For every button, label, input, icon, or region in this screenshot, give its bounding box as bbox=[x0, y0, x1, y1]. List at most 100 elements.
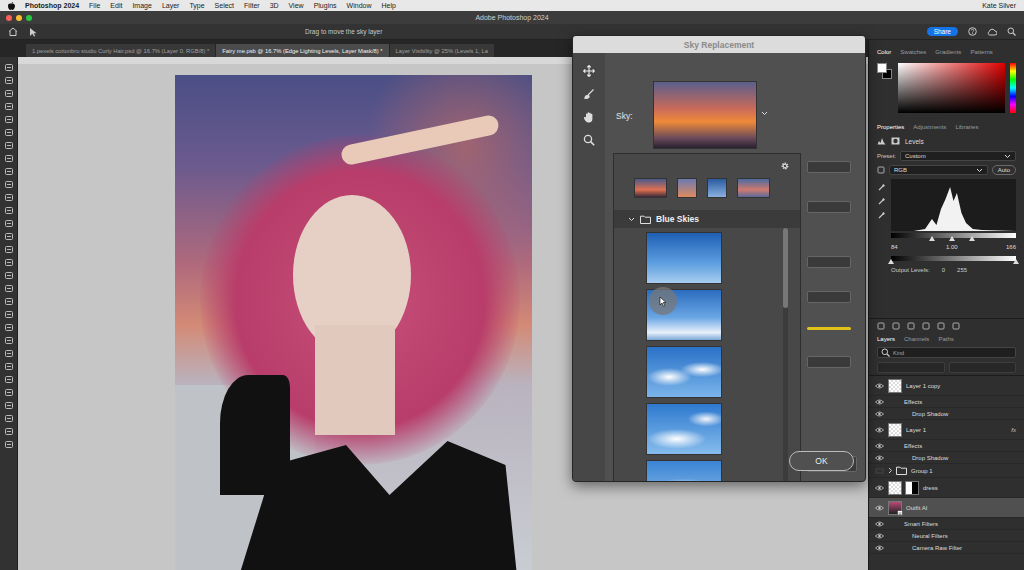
move-tool-icon[interactable] bbox=[28, 27, 38, 37]
preset-dropdown[interactable]: Custom bbox=[900, 151, 1016, 161]
tool-icon[interactable] bbox=[4, 284, 14, 293]
panel-tab[interactable]: Gradients bbox=[935, 49, 961, 55]
eye-icon[interactable] bbox=[875, 383, 884, 389]
white-eyedropper-icon[interactable] bbox=[877, 211, 887, 219]
tool-icon[interactable] bbox=[4, 141, 14, 150]
chevron-down-icon[interactable] bbox=[628, 217, 635, 222]
eye-icon[interactable] bbox=[875, 521, 884, 527]
input-value[interactable]: 84 bbox=[891, 244, 898, 252]
layer-row[interactable]: Layer 1 copy bbox=[869, 376, 1024, 396]
output-value[interactable]: 255 bbox=[957, 267, 967, 273]
layer-row[interactable]: Effects bbox=[869, 396, 1024, 408]
tool-icon[interactable] bbox=[4, 349, 14, 358]
setting-field[interactable] bbox=[807, 256, 851, 268]
folder-icon[interactable] bbox=[896, 466, 907, 475]
sky-preview[interactable] bbox=[653, 81, 757, 149]
layer-row[interactable]: Drop Shadow bbox=[869, 408, 1024, 420]
eye-icon[interactable] bbox=[875, 485, 884, 491]
close-button[interactable] bbox=[6, 15, 12, 21]
black-eyedropper-icon[interactable] bbox=[877, 183, 887, 191]
hand-icon[interactable] bbox=[877, 166, 885, 174]
tool-icon[interactable] bbox=[4, 154, 14, 163]
gear-icon[interactable] bbox=[780, 161, 790, 171]
panel-tab[interactable]: Libraries bbox=[955, 124, 978, 130]
menu-item[interactable]: Select bbox=[215, 2, 234, 9]
panel-action-icon[interactable] bbox=[922, 322, 930, 330]
panel-tab[interactable]: Properties bbox=[877, 124, 904, 130]
sky-preset[interactable] bbox=[646, 289, 722, 341]
tool-icon[interactable] bbox=[4, 414, 14, 423]
panel-tab[interactable]: Layers bbox=[877, 336, 895, 342]
search-icon[interactable] bbox=[881, 348, 890, 357]
layer-row[interactable]: Outfit AI bbox=[869, 498, 1024, 518]
tool-icon[interactable] bbox=[4, 362, 14, 371]
eye-icon[interactable] bbox=[875, 533, 884, 539]
menu-item[interactable]: Edit bbox=[110, 2, 122, 9]
menu-item[interactable]: 3D bbox=[270, 2, 279, 9]
user-name[interactable]: Kate Silver bbox=[982, 2, 1016, 9]
tool-icon[interactable] bbox=[4, 401, 14, 410]
hand-icon[interactable] bbox=[583, 111, 595, 123]
setting-field[interactable] bbox=[807, 201, 851, 213]
channel-dropdown[interactable]: RGB bbox=[889, 165, 988, 175]
setting-field[interactable] bbox=[807, 291, 851, 303]
input-value[interactable]: 166 bbox=[1006, 244, 1016, 252]
share-button[interactable]: Share bbox=[927, 27, 958, 36]
tool-icon[interactable] bbox=[4, 219, 14, 228]
minimize-button[interactable] bbox=[16, 15, 22, 21]
setting-field[interactable] bbox=[807, 356, 851, 368]
layer-row[interactable]: Drop Shadow bbox=[869, 452, 1024, 464]
output-levels-slider[interactable] bbox=[891, 256, 1016, 261]
search-icon[interactable] bbox=[1007, 27, 1016, 36]
menu-item[interactable]: Type bbox=[189, 2, 204, 9]
panel-tab[interactable]: Patterns bbox=[970, 49, 992, 55]
layer-filter[interactable]: Kind bbox=[877, 347, 1016, 358]
mask-icon[interactable] bbox=[891, 137, 900, 145]
tool-icon[interactable] bbox=[4, 206, 14, 215]
eye-icon[interactable] bbox=[875, 411, 884, 417]
layer-row[interactable]: Camera Raw Filter bbox=[869, 542, 1024, 554]
panel-tab[interactable]: Channels bbox=[904, 336, 929, 342]
panel-tab[interactable]: Color bbox=[877, 49, 891, 55]
ok-button[interactable]: OK bbox=[789, 451, 854, 471]
input-value[interactable]: 1.00 bbox=[946, 244, 958, 252]
layer-row[interactable]: Group 1 bbox=[869, 464, 1024, 478]
hue-slider[interactable] bbox=[1010, 63, 1016, 113]
eye-icon[interactable] bbox=[875, 545, 884, 551]
tool-icon[interactable] bbox=[4, 102, 14, 111]
tool-icon[interactable] bbox=[4, 336, 14, 345]
recent-sky[interactable] bbox=[707, 178, 727, 198]
opacity-field[interactable] bbox=[949, 362, 1017, 373]
document-tab[interactable]: Layer Visibility @ 25% (Levels 1, La bbox=[390, 44, 494, 57]
tool-icon[interactable] bbox=[4, 245, 14, 254]
app-menu[interactable]: Photoshop 2024 bbox=[25, 2, 79, 9]
panel-action-icon[interactable] bbox=[937, 322, 945, 330]
chevron-right-icon[interactable] bbox=[888, 467, 893, 474]
color-swatches[interactable] bbox=[877, 63, 893, 83]
layer-row[interactable]: dress bbox=[869, 478, 1024, 498]
panel-action-icon[interactable] bbox=[952, 322, 960, 330]
layer-row[interactable]: Smart Filters bbox=[869, 518, 1024, 530]
tool-icon[interactable] bbox=[4, 76, 14, 85]
panel-action-icon[interactable] bbox=[877, 322, 885, 330]
menu-item[interactable]: Filter bbox=[244, 2, 260, 9]
eye-icon[interactable] bbox=[875, 399, 884, 405]
hidden-eye-icon[interactable] bbox=[875, 468, 884, 474]
tool-icon[interactable] bbox=[4, 115, 14, 124]
color-field[interactable] bbox=[898, 63, 1005, 113]
menu-item[interactable]: Window bbox=[347, 2, 372, 9]
gray-eyedropper-icon[interactable] bbox=[877, 197, 887, 205]
slider-handle[interactable] bbox=[929, 236, 935, 241]
tool-icon[interactable] bbox=[4, 258, 14, 267]
slider-handle[interactable] bbox=[1013, 259, 1019, 264]
auto-button[interactable]: Auto bbox=[992, 165, 1016, 175]
tool-icon[interactable] bbox=[4, 180, 14, 189]
zoom-button[interactable] bbox=[26, 15, 32, 21]
eye-icon[interactable] bbox=[875, 505, 884, 511]
tool-icon[interactable] bbox=[4, 310, 14, 319]
levels-icon[interactable] bbox=[877, 137, 886, 145]
help-icon[interactable] bbox=[968, 27, 977, 36]
eye-icon[interactable] bbox=[875, 443, 884, 449]
sky-folder[interactable]: Blue Skies bbox=[614, 210, 800, 228]
panel-action-icon[interactable] bbox=[892, 322, 900, 330]
